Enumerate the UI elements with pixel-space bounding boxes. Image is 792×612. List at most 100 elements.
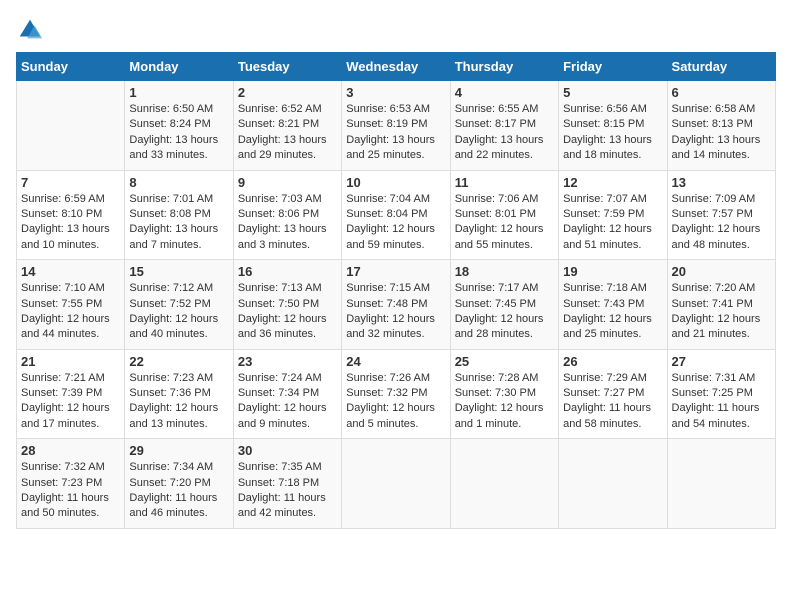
day-cell: 17Sunrise: 7:15 AMSunset: 7:48 PMDayligh… [342, 260, 450, 350]
day-number: 2 [238, 85, 337, 100]
day-number: 26 [563, 354, 662, 369]
day-number: 4 [455, 85, 554, 100]
logo [16, 16, 48, 44]
day-info: Sunrise: 7:35 AMSunset: 7:18 PMDaylight:… [238, 460, 337, 522]
logo-icon [16, 16, 44, 44]
day-info: Sunrise: 6:58 AMSunset: 8:13 PMDaylight:… [672, 102, 771, 164]
day-cell: 10Sunrise: 7:04 AMSunset: 8:04 PMDayligh… [342, 170, 450, 260]
day-cell: 23 Sunrise: 7:24 AMSunset: 7:34 PMDayligh… [233, 349, 341, 439]
day-cell: 15 Sunrise: 7:12 AMSunset: 7:52 PMDayligh… [125, 260, 233, 350]
day-cell: 22 Sunrise: 7:23 AMSunset: 7:36 PMDayligh… [125, 349, 233, 439]
day-number: 16 [238, 264, 337, 279]
header-cell-tuesday: Tuesday [233, 53, 341, 81]
day-info: Sunrise: 7:21 AMSunset: 7:39 PMDaylight:… [21, 371, 120, 433]
day-cell [450, 439, 558, 529]
day-info: Sunrise: 6:55 AMSunset: 8:17 PMDaylight:… [455, 102, 554, 164]
day-number: 15 [129, 264, 228, 279]
day-cell: 9 Sunrise: 7:03 AMSunset: 8:06 PMDaylight… [233, 170, 341, 260]
day-cell: 28 Sunrise: 7:32 AMSunset: 7:23 PMDayligh… [17, 439, 125, 529]
day-number: 9 [238, 175, 337, 190]
header-cell-sunday: Sunday [17, 53, 125, 81]
day-number: 5 [563, 85, 662, 100]
day-cell: 1 Sunrise: 6:50 AMSunset: 8:24 PMDaylight… [125, 81, 233, 171]
day-number: 28 [21, 443, 120, 458]
header-row: SundayMondayTuesdayWednesdayThursdayFrid… [17, 53, 776, 81]
day-info: Sunrise: 7:18 AMSunset: 7:43 PMDaylight:… [563, 281, 662, 343]
day-number: 13 [672, 175, 771, 190]
day-cell: 18Sunrise: 7:17 AMSunset: 7:45 PMDayligh… [450, 260, 558, 350]
day-info: Sunrise: 7:24 AMSunset: 7:34 PMDaylight:… [238, 371, 337, 433]
day-number: 11 [455, 175, 554, 190]
day-number: 27 [672, 354, 771, 369]
day-number: 29 [129, 443, 228, 458]
day-number: 19 [563, 264, 662, 279]
day-info: Sunrise: 7:28 AMSunset: 7:30 PMDaylight:… [455, 371, 554, 433]
day-info: Sunrise: 7:26 AMSunset: 7:32 PMDaylight:… [346, 371, 445, 433]
day-info: Sunrise: 6:53 AMSunset: 8:19 PMDaylight:… [346, 102, 445, 164]
day-cell: 26 Sunrise: 7:29 AMSunset: 7:27 PMDayligh… [559, 349, 667, 439]
day-info: Sunrise: 6:52 AMSunset: 8:21 PMDaylight:… [238, 102, 337, 164]
day-info: Sunrise: 7:17 AMSunset: 7:45 PMDaylight:… [455, 281, 554, 343]
day-number: 23 [238, 354, 337, 369]
day-info: Sunrise: 7:20 AMSunset: 7:41 PMDaylight:… [672, 281, 771, 343]
day-cell: 12 Sunrise: 7:07 AMSunset: 7:59 PMDayligh… [559, 170, 667, 260]
day-info: Sunrise: 6:59 AMSunset: 8:10 PMDaylight:… [21, 192, 120, 254]
page-header [16, 16, 776, 44]
day-number: 17 [346, 264, 445, 279]
header-cell-friday: Friday [559, 53, 667, 81]
week-row-4: 21 Sunrise: 7:21 AMSunset: 7:39 PMDayligh… [17, 349, 776, 439]
day-cell [17, 81, 125, 171]
header-cell-thursday: Thursday [450, 53, 558, 81]
week-row-5: 28 Sunrise: 7:32 AMSunset: 7:23 PMDayligh… [17, 439, 776, 529]
day-info: Sunrise: 7:29 AMSunset: 7:27 PMDaylight:… [563, 371, 662, 433]
day-cell: 27 Sunrise: 7:31 AMSunset: 7:25 PMDayligh… [667, 349, 775, 439]
day-cell: 4 Sunrise: 6:55 AMSunset: 8:17 PMDaylight… [450, 81, 558, 171]
day-info: Sunrise: 7:12 AMSunset: 7:52 PMDaylight:… [129, 281, 228, 343]
day-cell: 8Sunrise: 7:01 AMSunset: 8:08 PMDaylight… [125, 170, 233, 260]
day-info: Sunrise: 7:34 AMSunset: 7:20 PMDaylight:… [129, 460, 228, 522]
day-cell: 7Sunrise: 6:59 AMSunset: 8:10 PMDaylight… [17, 170, 125, 260]
day-cell: 19 Sunrise: 7:18 AMSunset: 7:43 PMDayligh… [559, 260, 667, 350]
day-cell: 29 Sunrise: 7:34 AMSunset: 7:20 PMDayligh… [125, 439, 233, 529]
day-info: Sunrise: 7:07 AMSunset: 7:59 PMDaylight:… [563, 192, 662, 254]
week-row-1: 1 Sunrise: 6:50 AMSunset: 8:24 PMDaylight… [17, 81, 776, 171]
day-cell: 25 Sunrise: 7:28 AMSunset: 7:30 PMDayligh… [450, 349, 558, 439]
day-cell: 14Sunrise: 7:10 AMSunset: 7:55 PMDayligh… [17, 260, 125, 350]
day-info: Sunrise: 7:13 AMSunset: 7:50 PMDaylight:… [238, 281, 337, 343]
day-info: Sunrise: 7:32 AMSunset: 7:23 PMDaylight:… [21, 460, 120, 522]
week-row-2: 7Sunrise: 6:59 AMSunset: 8:10 PMDaylight… [17, 170, 776, 260]
day-number: 24 [346, 354, 445, 369]
day-info: Sunrise: 7:03 AMSunset: 8:06 PMDaylight:… [238, 192, 337, 254]
day-cell: 2 Sunrise: 6:52 AMSunset: 8:21 PMDaylight… [233, 81, 341, 171]
day-cell [342, 439, 450, 529]
day-number: 12 [563, 175, 662, 190]
day-cell: 6 Sunrise: 6:58 AMSunset: 8:13 PMDaylight… [667, 81, 775, 171]
day-cell: 11 Sunrise: 7:06 AMSunset: 8:01 PMDayligh… [450, 170, 558, 260]
day-number: 10 [346, 175, 445, 190]
header-cell-monday: Monday [125, 53, 233, 81]
week-row-3: 14Sunrise: 7:10 AMSunset: 7:55 PMDayligh… [17, 260, 776, 350]
day-cell: 5 Sunrise: 6:56 AMSunset: 8:15 PMDaylight… [559, 81, 667, 171]
day-number: 6 [672, 85, 771, 100]
calendar-table: SundayMondayTuesdayWednesdayThursdayFrid… [16, 52, 776, 529]
day-number: 20 [672, 264, 771, 279]
day-info: Sunrise: 7:01 AMSunset: 8:08 PMDaylight:… [129, 192, 228, 254]
day-number: 14 [21, 264, 120, 279]
day-number: 1 [129, 85, 228, 100]
header-cell-saturday: Saturday [667, 53, 775, 81]
day-info: Sunrise: 6:50 AMSunset: 8:24 PMDaylight:… [129, 102, 228, 164]
day-number: 25 [455, 354, 554, 369]
day-cell: 30 Sunrise: 7:35 AMSunset: 7:18 PMDayligh… [233, 439, 341, 529]
day-info: Sunrise: 7:06 AMSunset: 8:01 PMDaylight:… [455, 192, 554, 254]
day-number: 22 [129, 354, 228, 369]
day-info: Sunrise: 7:23 AMSunset: 7:36 PMDaylight:… [129, 371, 228, 433]
day-number: 30 [238, 443, 337, 458]
day-info: Sunrise: 6:56 AMSunset: 8:15 PMDaylight:… [563, 102, 662, 164]
day-cell [667, 439, 775, 529]
day-number: 21 [21, 354, 120, 369]
day-info: Sunrise: 7:31 AMSunset: 7:25 PMDaylight:… [672, 371, 771, 433]
day-cell: 24 Sunrise: 7:26 AMSunset: 7:32 PMDayligh… [342, 349, 450, 439]
day-number: 3 [346, 85, 445, 100]
day-cell: 3 Sunrise: 6:53 AMSunset: 8:19 PMDaylight… [342, 81, 450, 171]
day-info: Sunrise: 7:09 AMSunset: 7:57 PMDaylight:… [672, 192, 771, 254]
